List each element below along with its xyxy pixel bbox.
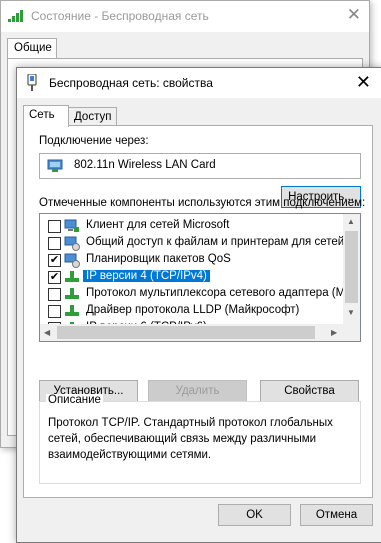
tab-sharing-label: Доступ: [74, 111, 112, 123]
properties-button[interactable]: Свойства: [260, 380, 359, 402]
uninstall-button: Удалить: [148, 380, 247, 402]
adapter-field: 802.11n Wireless LAN Card: [39, 153, 361, 179]
connect-using-label: Подключение через:: [39, 135, 149, 147]
component-label: Драйвер протокола LLDP (Майкрософт): [86, 304, 300, 316]
scroll-right-icon[interactable]: ▶: [331, 328, 337, 337]
tab-general-label: Общие: [14, 42, 52, 54]
protocol-icon: [65, 288, 79, 299]
components-label: Отмеченные компоненты используются этим …: [39, 197, 366, 209]
component-label: Протокол мультиплексора сетевого адаптер…: [86, 287, 343, 299]
background-titlebar: Состояние - Беспроводная сеть ✕: [1, 1, 369, 32]
background-window-title: Состояние - Беспроводная сеть: [31, 9, 209, 23]
vertical-scrollbar[interactable]: ▲ ▼: [343, 214, 360, 341]
component-checkbox[interactable]: [48, 288, 61, 301]
network-adapter-icon: [27, 74, 37, 91]
component-label: IP версии 4 (TCP/IPv4): [83, 270, 210, 282]
horizontal-scrollbar[interactable]: ◀ ▶: [40, 324, 343, 341]
components-list[interactable]: Клиент для сетей Microsoft Общий доступ …: [39, 213, 361, 342]
component-checkbox[interactable]: [48, 237, 61, 250]
horizontal-scroll-thumb[interactable]: [57, 326, 315, 339]
network-tab-panel: Подключение через: 802.11n Wireless LAN …: [23, 125, 373, 498]
network-client-icon: [64, 219, 79, 232]
tab-network-label: Сеть: [29, 109, 55, 121]
scrollbar-corner: [343, 324, 360, 341]
component-checkbox[interactable]: [48, 220, 61, 233]
vertical-scroll-thumb[interactable]: [345, 231, 358, 303]
cancel-button[interactable]: Отмена: [300, 504, 373, 526]
description-group: Описание Протокол TCP/IP. Стандартный пр…: [39, 394, 361, 484]
tab-sharing[interactable]: Доступ: [68, 107, 117, 127]
component-label: Планировщик пакетов QoS: [86, 253, 231, 265]
description-text: Протокол TCP/IP. Стандартный протокол гл…: [48, 417, 333, 461]
network-card-icon: [47, 159, 63, 172]
dialog-titlebar: Беспроводная сеть: свойства ✕: [17, 68, 381, 98]
list-item[interactable]: Общий доступ к файлам и принтерам для се…: [40, 234, 343, 251]
close-icon[interactable]: ✕: [347, 5, 361, 25]
scroll-up-icon[interactable]: ▲: [347, 217, 355, 226]
description-legend: Описание: [46, 394, 103, 406]
adapter-name: 802.11n Wireless LAN Card: [74, 159, 216, 171]
network-service-icon: [64, 236, 80, 251]
list-item[interactable]: Клиент для сетей Microsoft: [40, 217, 343, 234]
list-item[interactable]: ✔ Планировщик пакетов QoS: [40, 251, 343, 268]
tab-general[interactable]: Общие: [7, 38, 57, 59]
wifi-signal-icon: [8, 10, 23, 22]
component-checkbox[interactable]: ✔: [48, 271, 61, 284]
wireless-properties-dialog: Беспроводная сеть: свойства ✕ Сеть Досту…: [16, 67, 381, 543]
dialog-title: Беспроводная сеть: свойства: [49, 76, 213, 90]
network-service-icon: [64, 253, 80, 268]
ok-button[interactable]: OK: [218, 504, 291, 526]
list-item[interactable]: Драйвер протокола LLDP (Майкрософт): [40, 302, 343, 319]
component-checkbox[interactable]: ✔: [48, 254, 61, 267]
component-label: Общий доступ к файлам и принтерам для се…: [86, 236, 343, 248]
component-label: Клиент для сетей Microsoft: [86, 219, 230, 231]
protocol-icon: [65, 305, 79, 316]
protocol-icon: [65, 271, 79, 282]
scroll-left-icon[interactable]: ◀: [44, 328, 50, 337]
tab-network[interactable]: Сеть: [23, 105, 69, 127]
component-checkbox[interactable]: [48, 305, 61, 318]
scroll-down-icon[interactable]: ▼: [347, 308, 355, 317]
list-item[interactable]: ✔ IP версии 4 (TCP/IPv4): [40, 268, 343, 285]
close-icon[interactable]: ✕: [356, 72, 371, 93]
list-item[interactable]: Протокол мультиплексора сетевого адаптер…: [40, 285, 343, 302]
